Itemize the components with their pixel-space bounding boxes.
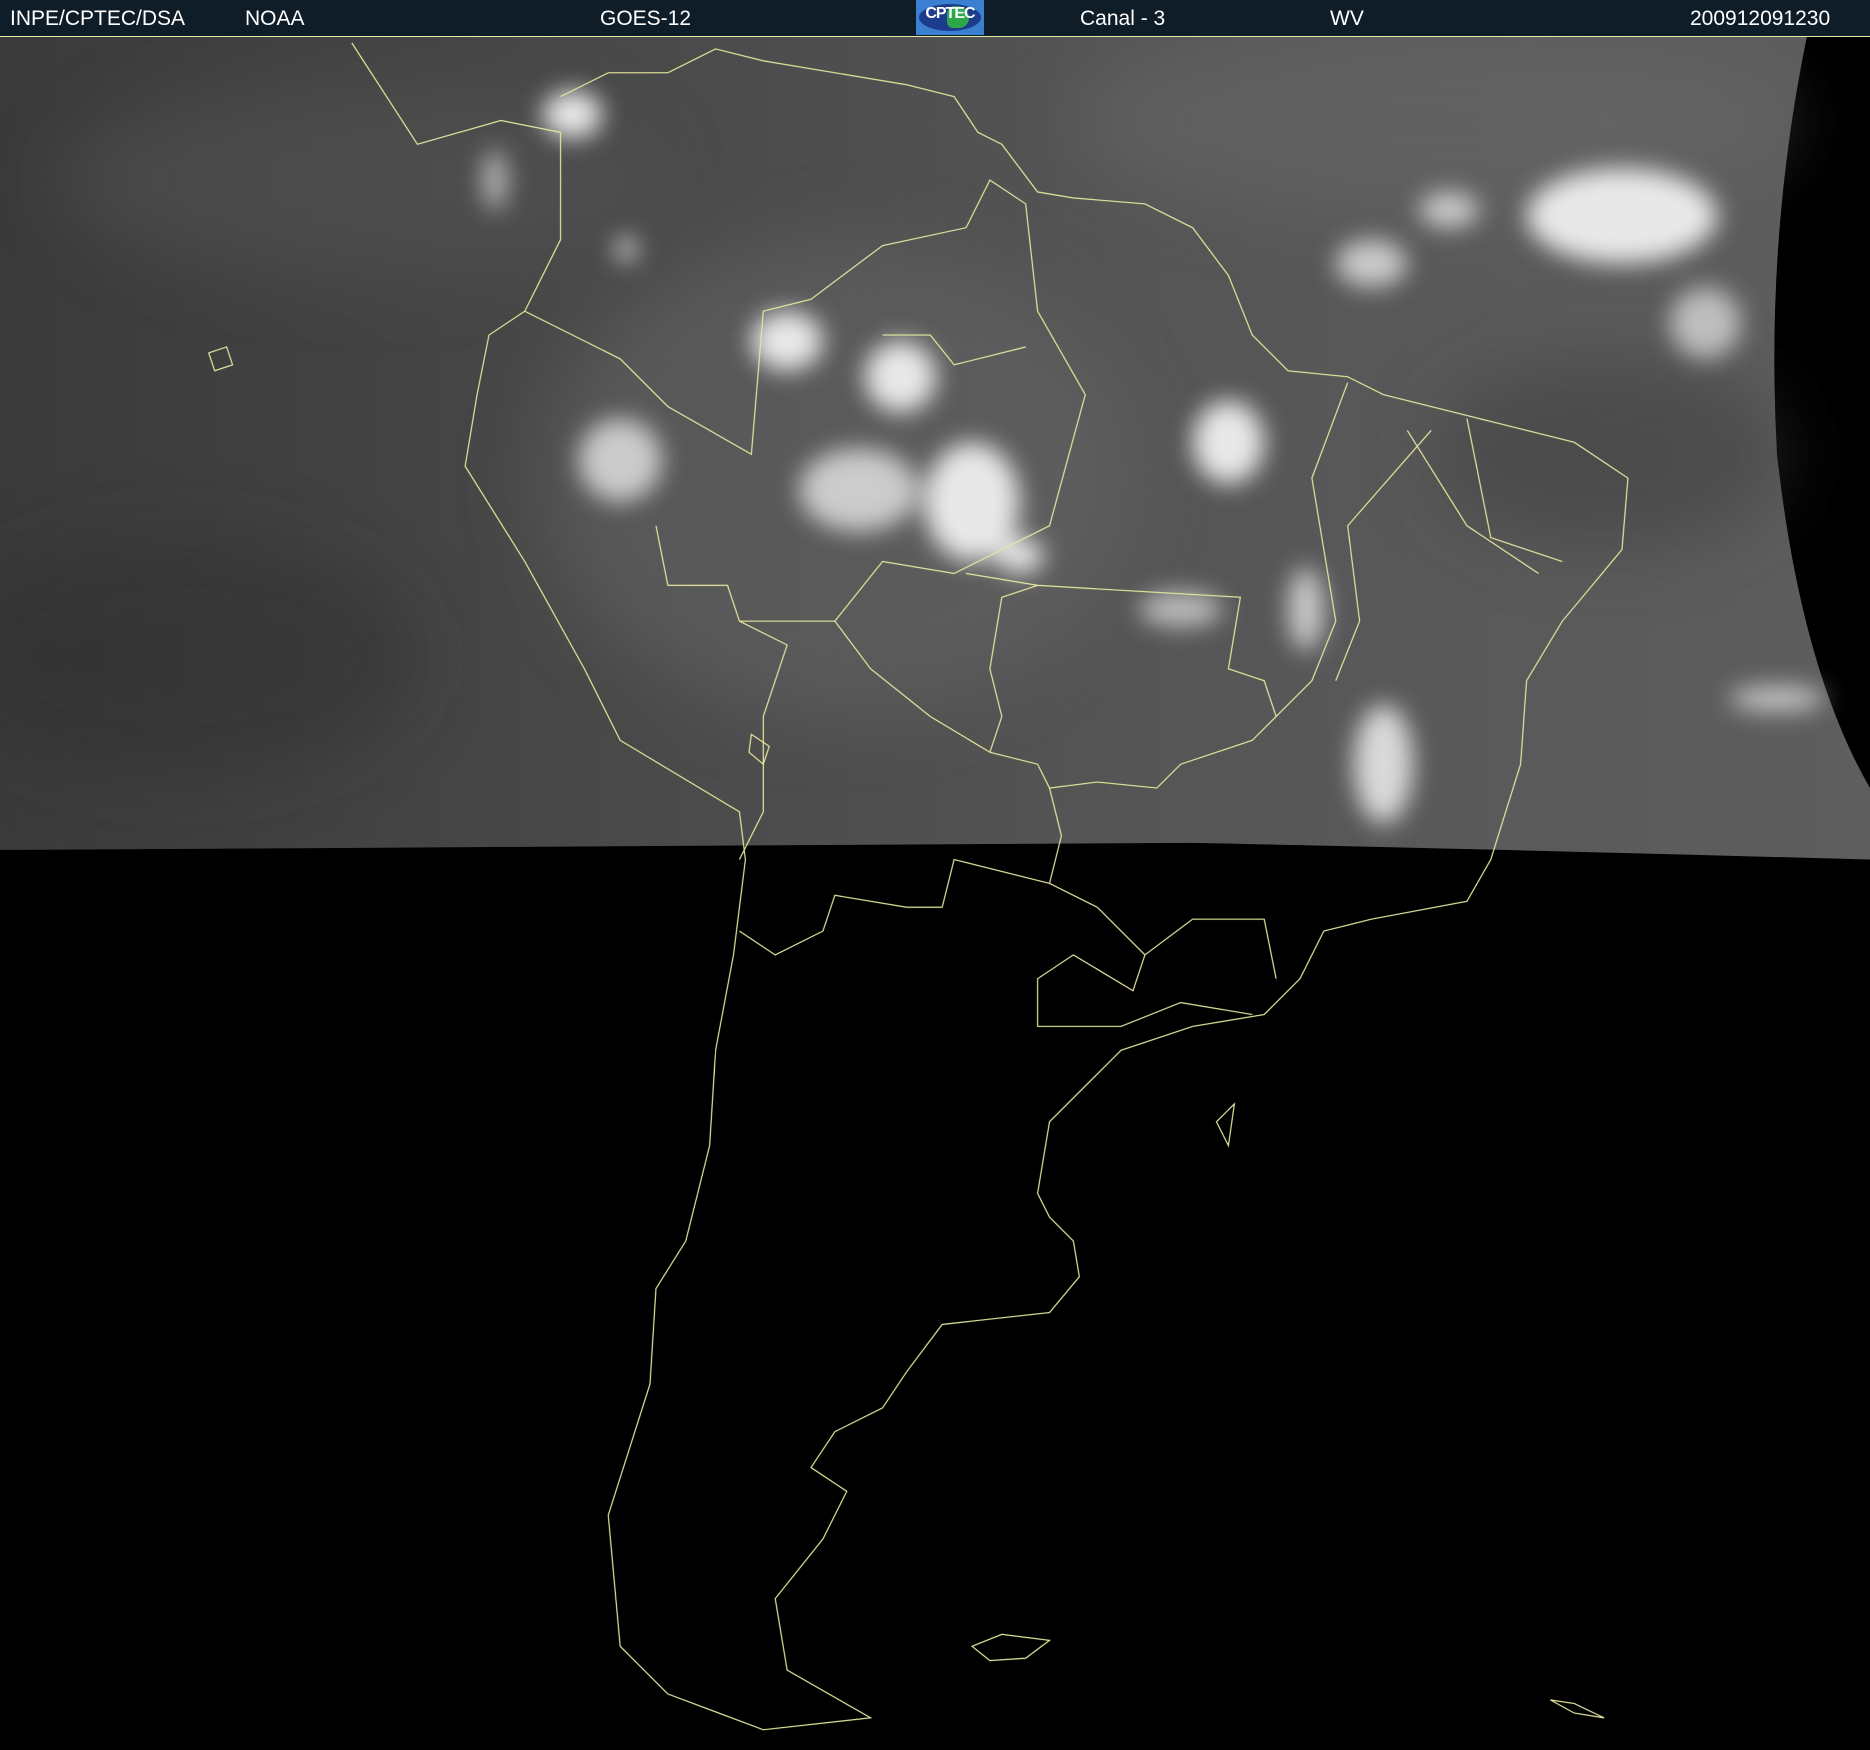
- band-label: WV: [1330, 7, 1364, 30]
- satellite-image: [0, 37, 1870, 1750]
- agency-label: NOAA: [245, 7, 305, 30]
- satellite-label: GOES-12: [600, 7, 692, 30]
- south-georgia: [1550, 1699, 1605, 1719]
- logo-text: CPTEC: [925, 5, 975, 22]
- satellite-map: [0, 37, 1870, 1731]
- channel-label: Canal - 3: [1080, 7, 1166, 30]
- institution-label: INPE/CPTEC/DSA: [10, 7, 186, 30]
- cptec-logo: CPTEC: [916, 0, 984, 35]
- lagoa-dos-patos: [1215, 1102, 1236, 1148]
- header-bar: INPE/CPTEC/DSA NOAA GOES-12 CPTEC Canal …: [0, 0, 1870, 37]
- timestamp-label: 200912091230: [1690, 7, 1831, 30]
- falkland-islands: [970, 1633, 1052, 1662]
